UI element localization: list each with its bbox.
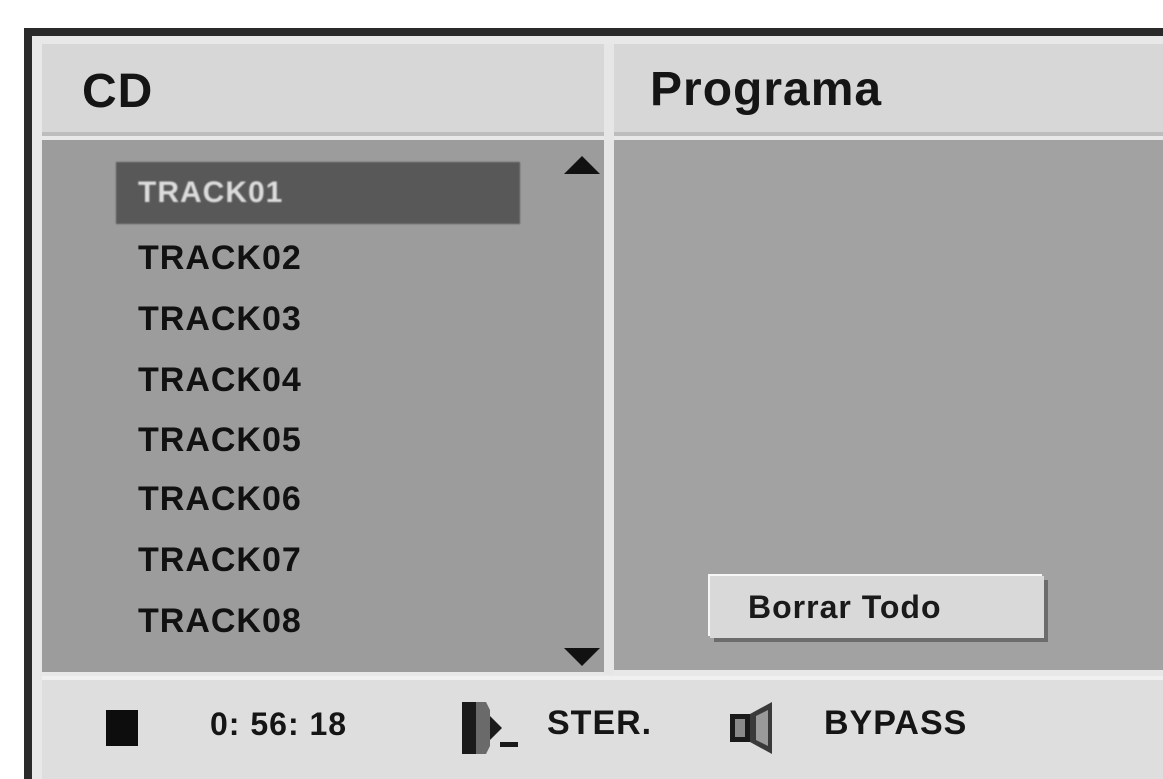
program-panel-title: Programa: [650, 63, 883, 116]
track-item-7[interactable]: TRACK07: [138, 540, 302, 580]
status-bar: 0: 56: 18 STER. BYPASS: [42, 676, 1163, 779]
track-item-3[interactable]: TRACK03: [138, 299, 302, 339]
audio-channel-icon: [462, 702, 518, 754]
cd-track-list[interactable]: TRACK01 TRACK02 TRACK03 TRACK04 TRACK05 …: [42, 140, 604, 672]
audio-mode-label: STER.: [547, 704, 653, 742]
track-item-4[interactable]: TRACK04: [138, 360, 302, 400]
track-item-5[interactable]: TRACK05: [138, 420, 302, 460]
track-item-2[interactable]: TRACK02: [138, 238, 302, 278]
stop-icon: [106, 710, 138, 746]
clear-all-button[interactable]: Borrar Todo: [710, 576, 1044, 638]
program-list[interactable]: Borrar Todo: [614, 140, 1163, 670]
speaker-icon: [730, 702, 772, 754]
scroll-up-arrow-icon[interactable]: [564, 156, 600, 174]
track-item-1[interactable]: TRACK01: [116, 162, 520, 224]
track-item-8[interactable]: TRACK08: [138, 601, 302, 641]
sound-effect-label: BYPASS: [824, 704, 968, 742]
panel-divider: [604, 44, 614, 674]
program-panel-header: Programa: [614, 44, 1163, 136]
cd-panel-header: CD: [42, 44, 604, 136]
cd-panel-title: CD: [82, 65, 154, 118]
track-item-6[interactable]: TRACK06: [138, 479, 302, 519]
dvd-osd-screen: CD Programa TRACK01 TRACK02 TRACK03 TRAC…: [0, 0, 1163, 779]
scroll-down-arrow-icon[interactable]: [564, 648, 600, 666]
playback-time: 0: 56: 18: [210, 706, 348, 742]
